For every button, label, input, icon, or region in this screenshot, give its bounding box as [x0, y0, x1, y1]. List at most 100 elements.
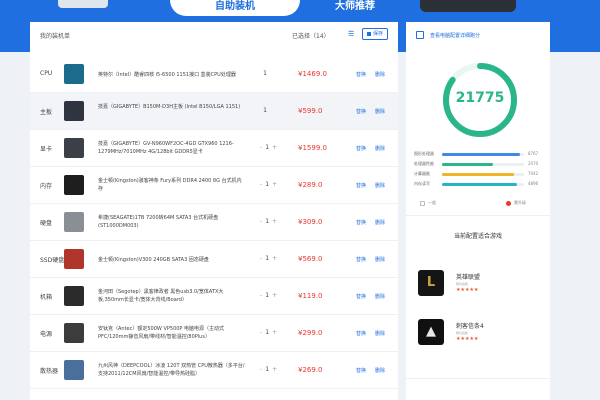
component-name[interactable]: 英特尔（Intel）酷睿四核 i5-6500 1151接口 盒装CPU处理器	[98, 71, 246, 79]
qty-stepper: -1 +	[260, 329, 288, 336]
component-name[interactable]: 金河田（Segotep）黑客律政者 黑色usb3.0/宽体ATX大板,350mm…	[98, 288, 246, 304]
component-image	[64, 249, 84, 269]
qty-increase-button[interactable]: +	[272, 292, 277, 299]
score-legend: 一般 需升级	[414, 199, 544, 209]
qty-increase-button[interactable]: +	[272, 144, 277, 151]
score-bar-value: 8767	[528, 151, 539, 156]
qty-stepper: -1 +	[260, 292, 288, 299]
component-image	[64, 286, 84, 306]
replace-link[interactable]: 替换	[356, 71, 366, 78]
component-name[interactable]: 希捷(SEAGATE)1TB 7200转64M SATA3 台式机硬盘(ST10…	[98, 214, 246, 230]
delete-link[interactable]: 删除	[375, 108, 385, 115]
score-bar-track	[442, 183, 524, 186]
score-bar-track	[442, 153, 524, 156]
delete-link[interactable]: 删除	[375, 330, 385, 337]
replace-link[interactable]: 替换	[356, 256, 366, 263]
component-name[interactable]: 金士顿(Kingston)V300 240GB SATA3 固态硬盘	[98, 256, 246, 264]
component-name[interactable]: 安钛克（Antec）额定500W VP500P 电脑电源（主动式PFC/120m…	[98, 325, 246, 341]
qty-value: 1	[265, 255, 270, 262]
replace-link[interactable]: 替换	[356, 182, 366, 189]
component-image	[64, 360, 84, 380]
score-bar-fill	[442, 163, 493, 166]
qty-value: 1	[263, 70, 267, 77]
component-name[interactable]: 技嘉（GIGABYTE）GV-N960WF2OC-4GD GTX960 1216…	[98, 140, 246, 156]
qty-stepper: -1 +	[260, 255, 288, 262]
qty-stepper: -1 +	[260, 144, 288, 151]
score-bar-value: 2070	[528, 161, 539, 166]
component-price: ¥119.0	[298, 292, 323, 300]
replace-link[interactable]: 替换	[356, 108, 366, 115]
component-category: 显卡	[40, 146, 53, 153]
delete-link[interactable]: 删除	[375, 219, 385, 226]
delete-link[interactable]: 删除	[375, 71, 385, 78]
save-button-label: 保存	[372, 31, 383, 37]
computer-icon	[416, 31, 424, 39]
qty-value: 1	[265, 218, 270, 225]
delete-link[interactable]: 删除	[375, 293, 385, 300]
qty-increase-button[interactable]: +	[272, 366, 277, 373]
replace-link[interactable]: 替换	[356, 293, 366, 300]
component-price: ¥1599.0	[298, 144, 327, 152]
component-price: ¥309.0	[298, 218, 323, 226]
component-row: CPU 英特尔（Intel）酷睿四核 i5-6500 1151接口 盒装CPU处理…	[30, 56, 398, 93]
qty-stepper: 1	[260, 70, 288, 77]
replace-link[interactable]: 替换	[356, 367, 366, 374]
score-bar-label: 图形处理器	[414, 151, 434, 156]
qty-increase-button[interactable]: +	[272, 218, 277, 225]
component-name[interactable]: 九州风神（DEEPCOOL）冰凌 120T 双热管 CPU散热器（多平台/支持2…	[98, 362, 246, 378]
replace-link[interactable]: 替换	[356, 330, 366, 337]
qty-increase-button[interactable]: +	[272, 329, 277, 336]
selected-count: 已选择（14）	[292, 33, 330, 40]
score-bars: 图形处理器 8767 处理器性能 2070 计算器能 7042 内存读写 4896	[414, 150, 544, 190]
game-icon: L	[418, 270, 444, 296]
delete-link[interactable]: 删除	[375, 367, 385, 374]
replace-link[interactable]: 替换	[356, 145, 366, 152]
qty-increase-button[interactable]: +	[272, 255, 277, 262]
component-name[interactable]: 技嘉（GIGABYTE）B150M-D3H主板 (Intel B150/LGA …	[98, 103, 246, 111]
component-category: 内存	[40, 183, 53, 190]
score-bar-label: 内存读写	[414, 181, 430, 186]
score-bar-track	[442, 173, 524, 176]
replace-link[interactable]: 替换	[356, 219, 366, 226]
component-row: 机箱 金河田（Segotep）黑客律政者 黑色usb3.0/宽体ATX大板,350…	[30, 278, 398, 315]
game-rating-stars: ★★★★★	[456, 287, 479, 293]
list-title: 我的装机单	[40, 33, 71, 40]
component-image	[64, 101, 84, 121]
score-bar-row: 内存读写 4896	[414, 180, 544, 190]
delete-link[interactable]: 删除	[375, 256, 385, 263]
component-category: 硬盘	[40, 220, 53, 227]
component-category: CPU	[40, 70, 53, 77]
component-price: ¥269.0	[298, 366, 323, 374]
score-bar-row: 计算器能 7042	[414, 170, 544, 180]
score-bar-label: 处理器性能	[414, 161, 434, 166]
score-value: 21775	[455, 90, 505, 106]
score-detail-link[interactable]: 查看电脑配置详细跑分	[416, 30, 542, 42]
component-name[interactable]: 金士顿(Kingston)骇客神条 Fury系列 DDR4 2400 8G 台式…	[98, 177, 246, 193]
qty-value: 1	[265, 366, 270, 373]
game-icon: ▲	[418, 319, 444, 345]
delete-link[interactable]: 删除	[375, 182, 385, 189]
legend-normal-label: 一般	[428, 200, 436, 205]
qty-stepper: -1 +	[260, 218, 288, 225]
game-subtitle: 畅玩指数	[456, 282, 469, 286]
component-image	[64, 323, 84, 343]
component-row: 显卡 技嘉（GIGABYTE）GV-N960WF2OC-4GD GTX960 12…	[30, 130, 398, 167]
game-subtitle: 畅玩指数	[456, 331, 469, 335]
delete-link[interactable]: 删除	[375, 145, 385, 152]
list-header: 我的装机单 已选择（14） ☰ 保存	[30, 22, 398, 48]
build-list-panel: 我的装机单 已选择（14） ☰ 保存 CPU 英特尔（Intel）酷睿四核 i5-…	[30, 22, 398, 400]
component-image	[64, 64, 84, 84]
menu-lines-icon[interactable]: ☰	[348, 30, 354, 38]
score-bar-fill	[442, 183, 518, 186]
qty-increase-button[interactable]: +	[272, 181, 277, 188]
qty-value: 1	[265, 144, 270, 151]
legend-upgrade-icon	[506, 201, 511, 206]
save-button[interactable]: 保存	[362, 28, 388, 40]
tab-auto-build[interactable]: 自助装机	[170, 0, 300, 16]
tab-master-recommend[interactable]: 大师推荐	[300, 0, 410, 16]
game-item[interactable]: ▲ 刺客信条4 畅玩指数 ★★★★★	[418, 319, 542, 349]
legend-normal-icon	[420, 201, 425, 206]
component-price: ¥569.0	[298, 255, 323, 263]
game-title: 刺客信条4	[456, 323, 484, 330]
game-item[interactable]: L 英雄联盟 畅玩指数 ★★★★★	[418, 270, 542, 300]
